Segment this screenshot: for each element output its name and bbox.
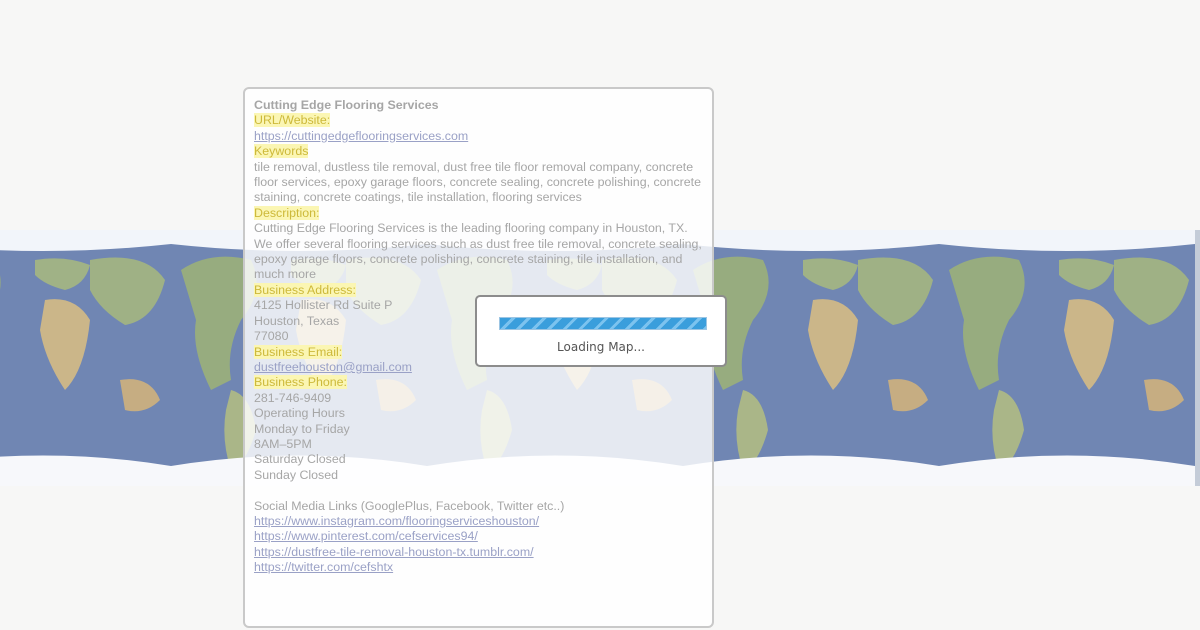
hours-days: Monday to Friday xyxy=(254,421,350,436)
phone-label: Business Phone: xyxy=(254,375,347,390)
social-link-pinterest[interactable]: https://www.pinterest.com/cefservices94/ xyxy=(254,529,478,543)
description-label: Description: xyxy=(254,205,320,220)
keywords-text: tile removal, dustless tile removal, dus… xyxy=(254,159,701,205)
address-label: Business Address: xyxy=(254,282,356,297)
page: Cutting Edge Flooring Services URL/Websi… xyxy=(0,0,1200,630)
social-link-instagram[interactable]: https://www.instagram.com/flooringservic… xyxy=(254,514,539,528)
email-label: Business Email: xyxy=(254,344,343,359)
loading-progress-bar xyxy=(499,317,707,330)
loading-progress-fill xyxy=(500,318,706,329)
hours-saturday: Saturday Closed xyxy=(254,452,346,467)
social-link-tumblr[interactable]: https://dustfree-tile-removal-houston-tx… xyxy=(254,545,534,559)
url-label: URL/Website: xyxy=(254,113,331,128)
social-link-twitter[interactable]: https://twitter.com/cefshtx xyxy=(254,560,393,574)
hours-sunday: Sunday Closed xyxy=(254,467,339,482)
keywords-label: Keywords xyxy=(254,144,309,159)
hours-title: Operating Hours xyxy=(254,406,345,421)
hours-time: 8AM–5PM xyxy=(254,436,312,451)
description-text: Cutting Edge Flooring Services is the le… xyxy=(254,221,702,282)
email-link[interactable]: dustfreehouston@gmail.com xyxy=(254,360,412,374)
business-name: Cutting Edge Flooring Services xyxy=(254,98,439,112)
loading-text: Loading Map... xyxy=(557,340,645,354)
phone-number: 281-746-9409 xyxy=(254,390,332,405)
loading-dialog: Loading Map... xyxy=(475,295,727,367)
website-link[interactable]: https://cuttingedgeflooringservices.com xyxy=(254,129,468,143)
social-label: Social Media Links (GooglePlus, Facebook… xyxy=(254,498,565,513)
